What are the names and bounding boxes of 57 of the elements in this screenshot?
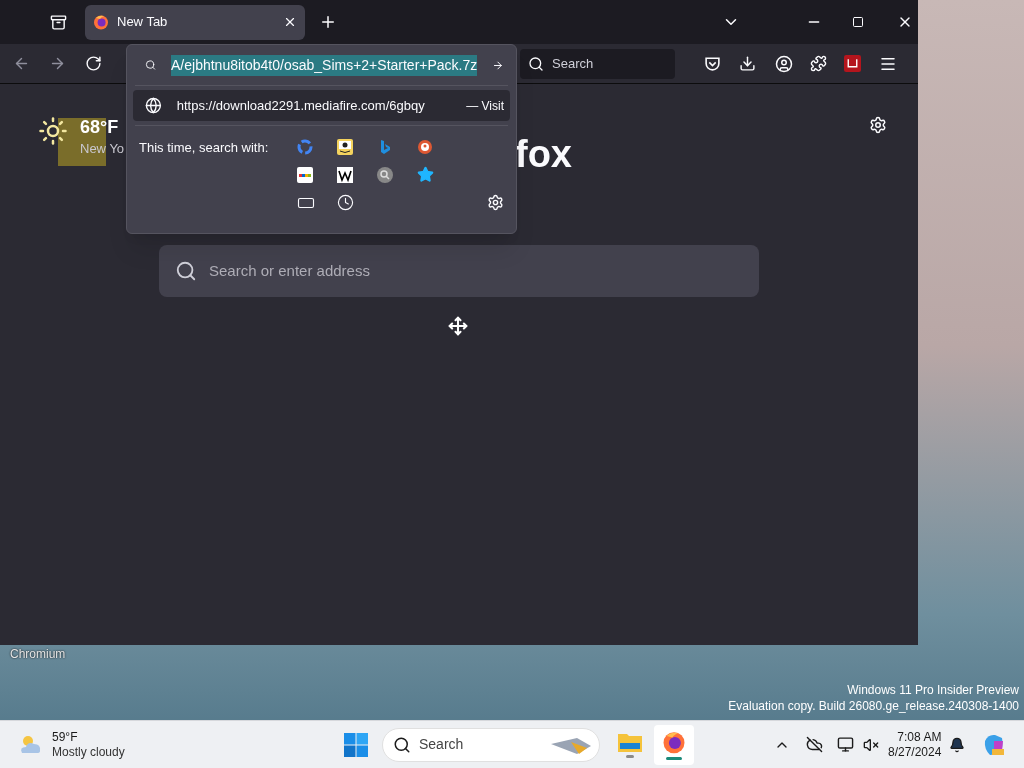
extensions-icon[interactable] — [810, 55, 827, 72]
search-icon — [528, 55, 544, 72]
taskbar-search-field[interactable]: Search — [382, 727, 600, 762]
address-search-field[interactable]: Search or enter address — [159, 245, 759, 297]
weather-location: New Yo — [80, 139, 125, 158]
taskbar-weather-condition: Mostly cloudy — [52, 744, 125, 760]
suggestion-url: https://download2291.mediafire.com/6gbqy — [176, 96, 426, 115]
firefox-icon — [662, 729, 686, 754]
weather-temperature: 68°F — [80, 116, 120, 139]
forward-icon[interactable] — [49, 55, 66, 72]
search-icon — [145, 57, 157, 73]
close-tab-icon[interactable] — [283, 15, 297, 29]
reload-icon[interactable] — [85, 55, 102, 72]
cloud-off-icon[interactable] — [806, 736, 823, 753]
shopping-tag-icon[interactable] — [297, 166, 313, 183]
address-input[interactable]: Search or enter address — [209, 259, 743, 283]
tab-title: New Tab — [117, 13, 169, 32]
pocket-icon[interactable] — [704, 55, 721, 72]
taskbar-app[interactable] — [654, 724, 694, 765]
watermark-text: Windows 11 Pro Insider Preview — [847, 682, 1019, 698]
settings-icon[interactable] — [869, 116, 887, 134]
watermark-text: Evaluation copy. Build 26080.ge_release.240308-1400 — [728, 698, 1019, 714]
notification-icon[interactable] — [949, 736, 966, 753]
address-text[interactable]: A/ejbhtnu8itob4t0/osab_Sims+2+Starter+Pack.7z — [171, 54, 478, 76]
search-icon — [393, 735, 411, 754]
maximize-icon[interactable] — [852, 16, 864, 28]
search-settings-icon[interactable] — [487, 194, 504, 211]
folder-icon — [618, 731, 642, 752]
speaker-muted-icon[interactable] — [863, 736, 879, 753]
back-icon[interactable] — [13, 55, 30, 72]
search-icon[interactable] — [377, 166, 393, 183]
taskbar-search-input[interactable]: Search — [419, 734, 539, 755]
clock-time[interactable]: 7:08 AM — [897, 729, 942, 745]
sun-icon — [38, 116, 68, 146]
suggestion-row[interactable]: https://download2291.mediafire.com/6gbqy — Visit — [133, 90, 510, 121]
globe-icon — [145, 97, 162, 114]
display-icon[interactable] — [837, 736, 854, 753]
wikipedia-icon[interactable] — [337, 166, 353, 183]
new-tab-icon[interactable] — [319, 13, 337, 31]
history-icon[interactable] — [337, 194, 354, 211]
taskbar-temperature: 59°F — [52, 729, 79, 745]
browser-tab[interactable]: New Tab — [85, 4, 305, 40]
app-label: Chromium — [10, 646, 66, 663]
start-icon[interactable] — [344, 732, 368, 757]
search-icon — [175, 260, 197, 282]
search-field[interactable]: Search — [520, 48, 675, 79]
tab-list-icon[interactable] — [50, 13, 67, 31]
clock-date[interactable]: 8/27/2024 — [888, 744, 942, 760]
move-cursor-icon — [448, 316, 468, 336]
account-icon[interactable] — [775, 54, 793, 73]
search-with-label: This time, search with: — [139, 139, 270, 157]
visit-label: — Visit — [466, 97, 504, 115]
firefox-icon — [93, 14, 109, 30]
star-icon[interactable] — [417, 166, 434, 183]
download-icon[interactable] — [739, 55, 756, 72]
search-input[interactable]: Search — [552, 53, 652, 74]
logo-text: fox — [515, 133, 572, 175]
